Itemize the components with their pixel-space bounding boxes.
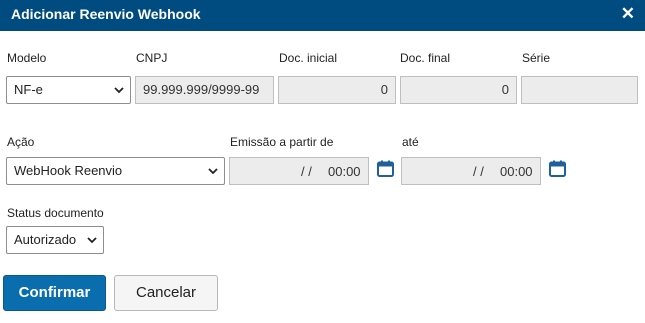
emissao-datetime-field[interactable]: / / 00:00 <box>229 157 369 185</box>
cancel-button[interactable]: Cancelar <box>114 275 218 311</box>
acao-label: Ação <box>7 135 35 149</box>
ate-time: 00:00 <box>500 164 533 179</box>
ate-date: / / <box>473 164 484 179</box>
modelo-label: Modelo <box>7 51 47 65</box>
serie-field[interactable] <box>521 76 638 104</box>
serie-label: Série <box>522 51 551 65</box>
doc-final-label: Doc. final <box>400 51 451 65</box>
ate-datetime-field[interactable]: / / 00:00 <box>401 157 541 185</box>
status-select[interactable]: Autorizado <box>6 226 104 254</box>
ate-label: até <box>402 135 419 149</box>
doc-inicial-label: Doc. inicial <box>279 51 338 65</box>
dialog-title: Adicionar Reenvio Webhook <box>11 6 201 22</box>
confirm-button[interactable]: Confirmar <box>3 275 106 311</box>
status-label: Status documento <box>7 206 104 220</box>
dialog-header: Adicionar Reenvio Webhook ✕ <box>0 0 645 31</box>
acao-value: WebHook Reenvio <box>14 163 123 178</box>
close-icon[interactable]: ✕ <box>621 4 635 24</box>
chevron-down-icon <box>208 168 218 175</box>
cnpj-field[interactable]: 99.999.999/9999-99 <box>135 76 274 104</box>
cnpj-label: CNPJ <box>136 51 168 65</box>
chevron-down-icon <box>114 87 124 94</box>
chevron-down-icon <box>87 237 97 244</box>
acao-select[interactable]: WebHook Reenvio <box>6 157 225 185</box>
emissao-time: 00:00 <box>328 164 361 179</box>
doc-final-field[interactable]: 0 <box>400 76 517 104</box>
modelo-value: NF-e <box>14 82 43 97</box>
emissao-label: Emissão a partir de <box>230 135 334 149</box>
modelo-select[interactable]: NF-e <box>6 76 131 104</box>
calendar-icon[interactable] <box>549 160 566 177</box>
doc-inicial-field[interactable]: 0 <box>278 76 396 104</box>
calendar-icon[interactable] <box>377 160 394 177</box>
emissao-date: / / <box>301 164 312 179</box>
status-value: Autorizado <box>14 232 77 247</box>
